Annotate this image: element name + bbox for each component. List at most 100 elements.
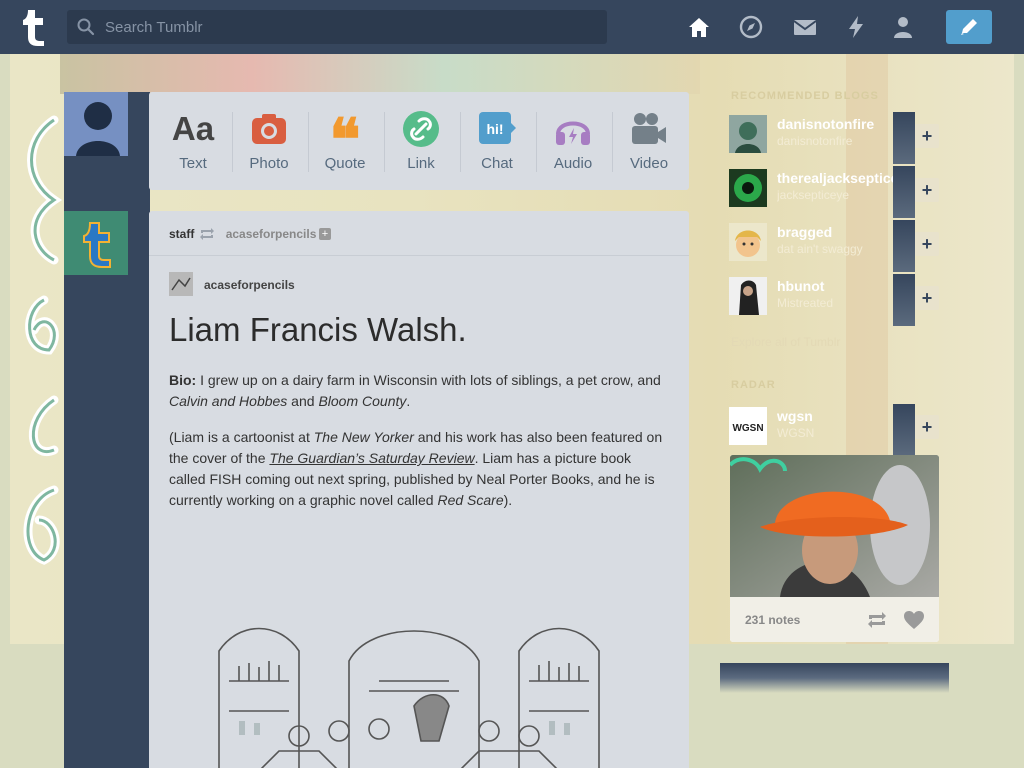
blog-bar	[893, 404, 915, 456]
post-paragraph-about: (Liam is a cartoonist at The New Yorker …	[169, 427, 669, 511]
post-type-label: Audio	[553, 155, 593, 172]
recommended-blog-item[interactable]: danisnotonfire danisnotonfire	[729, 112, 916, 164]
recommended-blog-item[interactable]: bragged dat ain't swaggy	[729, 220, 916, 272]
post-paragraph-bio: Bio: I grew up on a dairy farm in Wiscon…	[169, 370, 669, 412]
cartoon-illustration	[199, 611, 619, 768]
post-type-photo[interactable]: Photo	[231, 92, 307, 190]
staff-avatar[interactable]	[64, 211, 128, 275]
compose-button[interactable]	[946, 10, 992, 44]
blog-avatar[interactable]	[729, 223, 767, 261]
source-avatar[interactable]	[169, 272, 193, 296]
recommended-blog-item[interactable]: therealjacksepticeye jacksepticeye	[729, 166, 916, 218]
post-author[interactable]: acaseforpencils	[204, 278, 295, 292]
post-header: staff acaseforpencils	[169, 227, 316, 241]
text-span: ).	[503, 492, 513, 508]
text-span: and	[287, 393, 319, 409]
video-camera-icon	[632, 113, 666, 144]
follow-plus-button[interactable]: +	[915, 178, 939, 202]
blog-avatar[interactable]	[729, 277, 767, 315]
follow-plus-icon[interactable]: +	[319, 228, 331, 240]
tumblr-logo-icon[interactable]	[14, 6, 54, 48]
post-type-text[interactable]: Aa Text	[155, 92, 231, 190]
messages-envelope-icon[interactable]	[792, 14, 818, 40]
header-image-strip	[60, 54, 700, 94]
reblog-icon	[200, 228, 214, 240]
post-type-bar: Aa Text Photo ❝ Quote Link hi! Chat Audi…	[149, 92, 689, 190]
divider	[149, 255, 689, 256]
avatar-eye	[729, 169, 767, 207]
blog-name: danisnotonfire	[777, 116, 875, 132]
post-type-label: Video	[629, 155, 669, 172]
post-type-label: Text	[179, 155, 207, 172]
link-chain-icon	[403, 111, 439, 147]
blog-name: therealjacksepticeye	[777, 170, 907, 186]
radar-post-footer: 231 notes	[730, 597, 939, 642]
search-input[interactable]	[105, 10, 595, 44]
blog-avatar[interactable]	[729, 169, 767, 207]
blog-avatar[interactable]	[729, 115, 767, 153]
explore-all-link[interactable]: Explore all of Tumblr	[731, 335, 840, 349]
reblogger-link[interactable]: staff	[169, 227, 194, 241]
follow-plus-button[interactable]: +	[915, 124, 939, 148]
sidebar-footer-panel	[720, 663, 949, 693]
radar-photo	[730, 455, 939, 597]
quote-icon: ❝	[329, 106, 361, 174]
post-type-label: Link	[407, 155, 435, 172]
post-type-label: Photo	[249, 155, 289, 172]
headphones-icon	[556, 121, 590, 145]
explore-compass-icon[interactable]	[738, 14, 764, 40]
blog-subtitle: jacksepticeye	[777, 188, 850, 202]
italic-title: Red Scare	[437, 492, 504, 508]
top-navigation-bar	[0, 0, 1024, 54]
activity-lightning-icon[interactable]	[843, 14, 869, 40]
text-span: I grew up on a dairy farm in Wisconsin w…	[196, 372, 661, 388]
decorative-lettering	[23, 115, 63, 565]
avatar-emoji	[729, 223, 767, 261]
text-icon: Aa	[171, 110, 215, 147]
dashboard-post: staff acaseforpencils + acaseforpencils …	[149, 211, 689, 768]
user-avatar[interactable]	[64, 92, 128, 156]
post-type-chat[interactable]: hi! Chat	[459, 92, 535, 190]
source-blog-link[interactable]: acaseforpencils	[226, 227, 317, 241]
blog-name: wgsn	[777, 408, 813, 424]
bio-label: Bio:	[169, 372, 197, 388]
blog-bar	[893, 274, 915, 326]
italic-title: The New Yorker	[313, 429, 414, 445]
blog-bar	[893, 166, 915, 218]
svg-text:WGSN: WGSN	[732, 423, 763, 434]
radar-blog-item[interactable]: WGSN wgsn WGSN	[729, 404, 916, 456]
pencil-icon	[961, 19, 977, 35]
guardian-link[interactable]: The Guardian’s Saturday Review	[269, 450, 474, 466]
post-type-video[interactable]: Video	[611, 92, 687, 190]
like-heart-icon[interactable]	[903, 610, 925, 630]
avatar-photo	[729, 277, 767, 315]
post-type-quote[interactable]: ❝ Quote	[307, 92, 383, 190]
blog-subtitle: Mistreated	[777, 296, 834, 310]
blog-bar	[893, 220, 915, 272]
chat-bubble-icon: hi!	[479, 112, 516, 144]
recommended-blogs-heading: RECOMMENDED BLOGS	[731, 90, 879, 102]
search-bar	[67, 10, 607, 44]
blog-avatar[interactable]: WGSN	[729, 407, 767, 445]
post-type-link[interactable]: Link	[383, 92, 459, 190]
post-type-label: Quote	[324, 155, 366, 172]
notes-count[interactable]: 231 notes	[745, 613, 800, 627]
text-span: .	[406, 393, 411, 409]
recommended-blog-item[interactable]: hbunot Mistreated	[729, 274, 916, 326]
wgsn-logo: WGSN	[729, 407, 767, 445]
svg-text:hi!: hi!	[486, 121, 503, 137]
follow-plus-button[interactable]: +	[915, 232, 939, 256]
search-icon	[77, 18, 95, 36]
account-person-icon[interactable]	[890, 14, 916, 40]
reblog-icon[interactable]	[866, 610, 888, 630]
post-type-audio[interactable]: Audio	[535, 92, 611, 190]
follow-plus-button[interactable]: +	[915, 286, 939, 310]
blog-bar	[893, 112, 915, 164]
home-icon[interactable]	[686, 14, 712, 40]
blog-subtitle: WGSN	[777, 426, 815, 440]
radar-post-card[interactable]: 231 notes	[730, 455, 939, 642]
follow-plus-button[interactable]: +	[915, 415, 939, 439]
tumblr-staff-logo-icon	[64, 211, 128, 275]
post-type-label: Chat	[481, 155, 513, 172]
camera-icon	[252, 114, 286, 144]
